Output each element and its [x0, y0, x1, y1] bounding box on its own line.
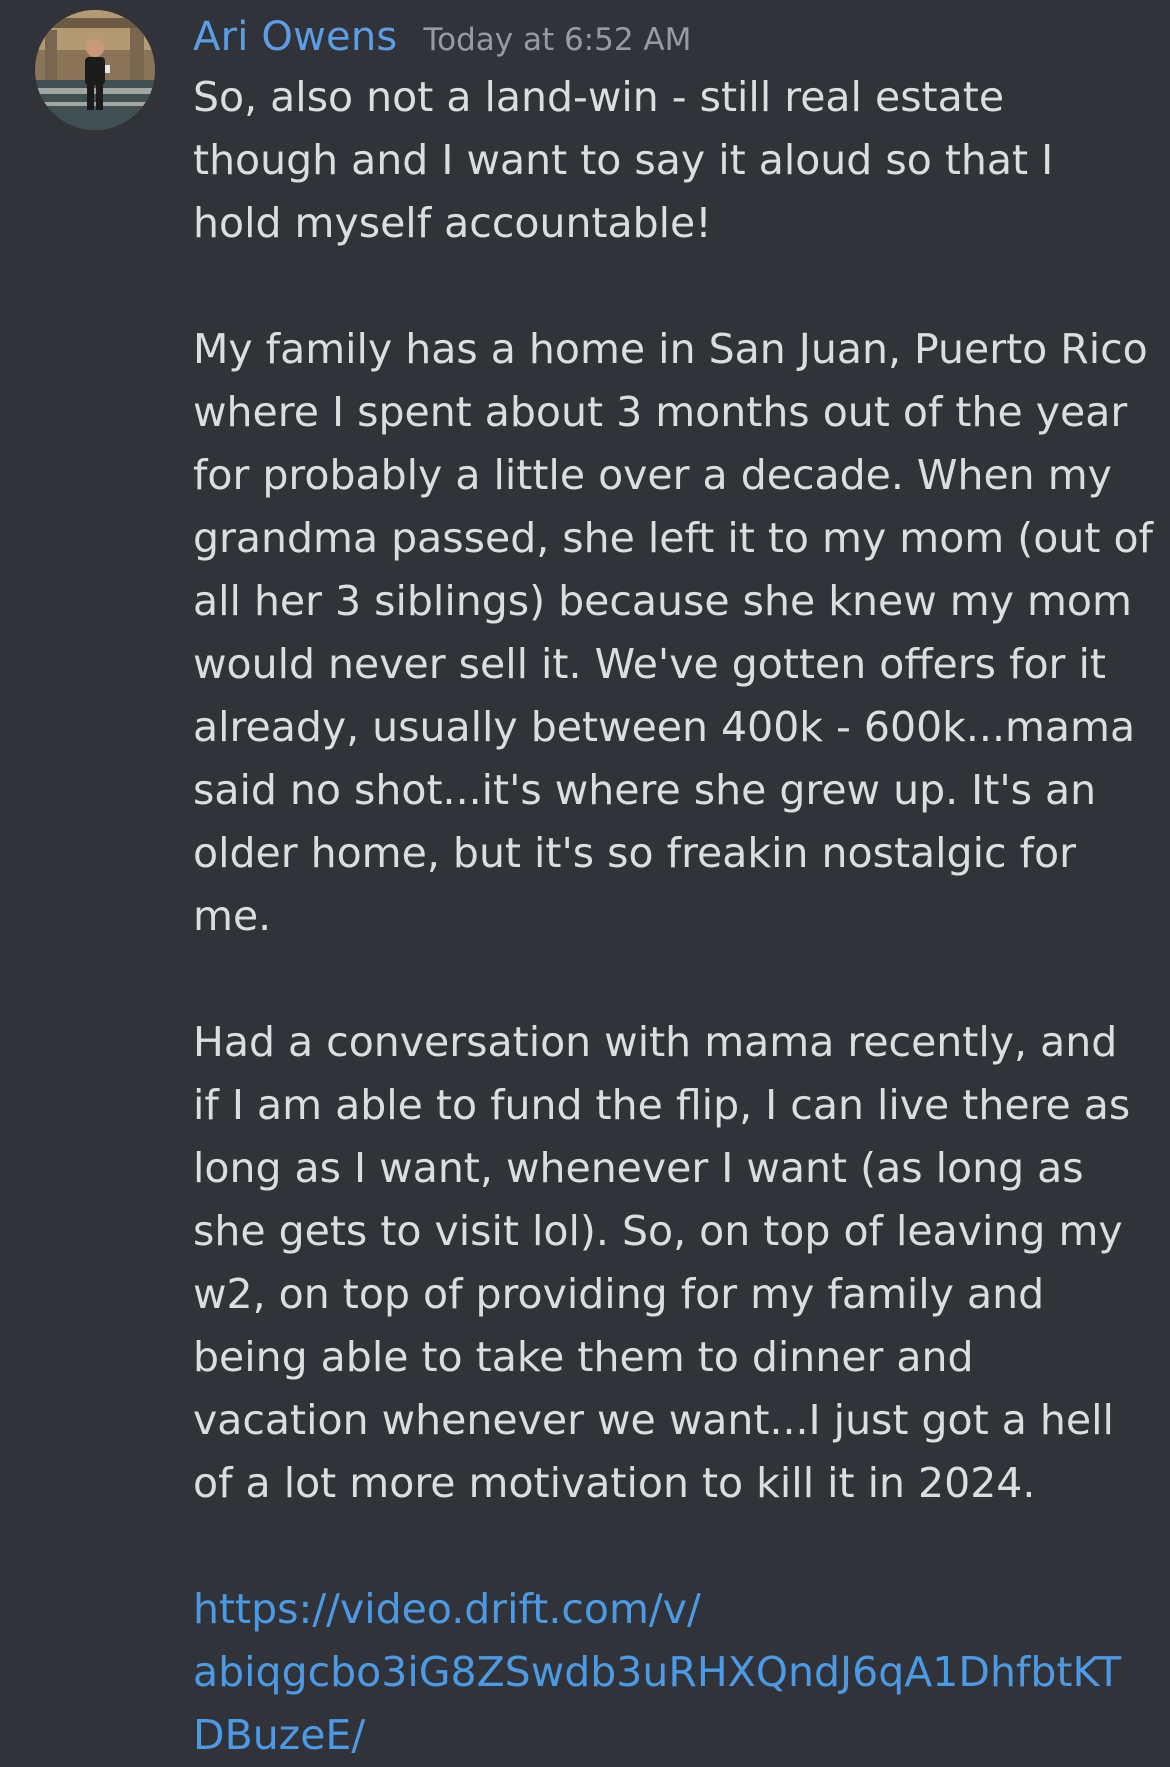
- user-avatar[interactable]: [35, 10, 155, 130]
- message-header: Ari Owens Today at 6:52 AM: [193, 0, 1153, 74]
- message-paragraph-2: My family has a home in San Juan, Puerto…: [193, 325, 1167, 940]
- message-paragraph-3: Had a conversation with mama recently, a…: [193, 1018, 1144, 1507]
- video-link[interactable]: https://video.drift.com/v/ abiqgcbo3iG8Z…: [193, 1578, 1153, 1767]
- author-name[interactable]: Ari Owens: [193, 14, 397, 60]
- chat-message: Ari Owens Today at 6:52 AM So, also not …: [0, 0, 1170, 1763]
- message-timestamp[interactable]: Today at 6:52 AM: [423, 22, 691, 58]
- message-body: So, also not a land-win - still real est…: [193, 66, 1153, 1767]
- video-link-line-2[interactable]: abiqgcbo3iG8ZSwdb3uRHXQndJ6qA1DhfbtKT: [193, 1641, 1153, 1704]
- video-link-line-1[interactable]: https://video.drift.com/v/: [193, 1578, 1153, 1641]
- message-content: Ari Owens Today at 6:52 AM So, also not …: [193, 0, 1153, 1767]
- video-link-line-3[interactable]: DBuzeE/: [193, 1704, 1153, 1767]
- avatar-photo: [35, 10, 155, 130]
- message-paragraph-1: So, also not a land-win - still real est…: [193, 73, 1067, 247]
